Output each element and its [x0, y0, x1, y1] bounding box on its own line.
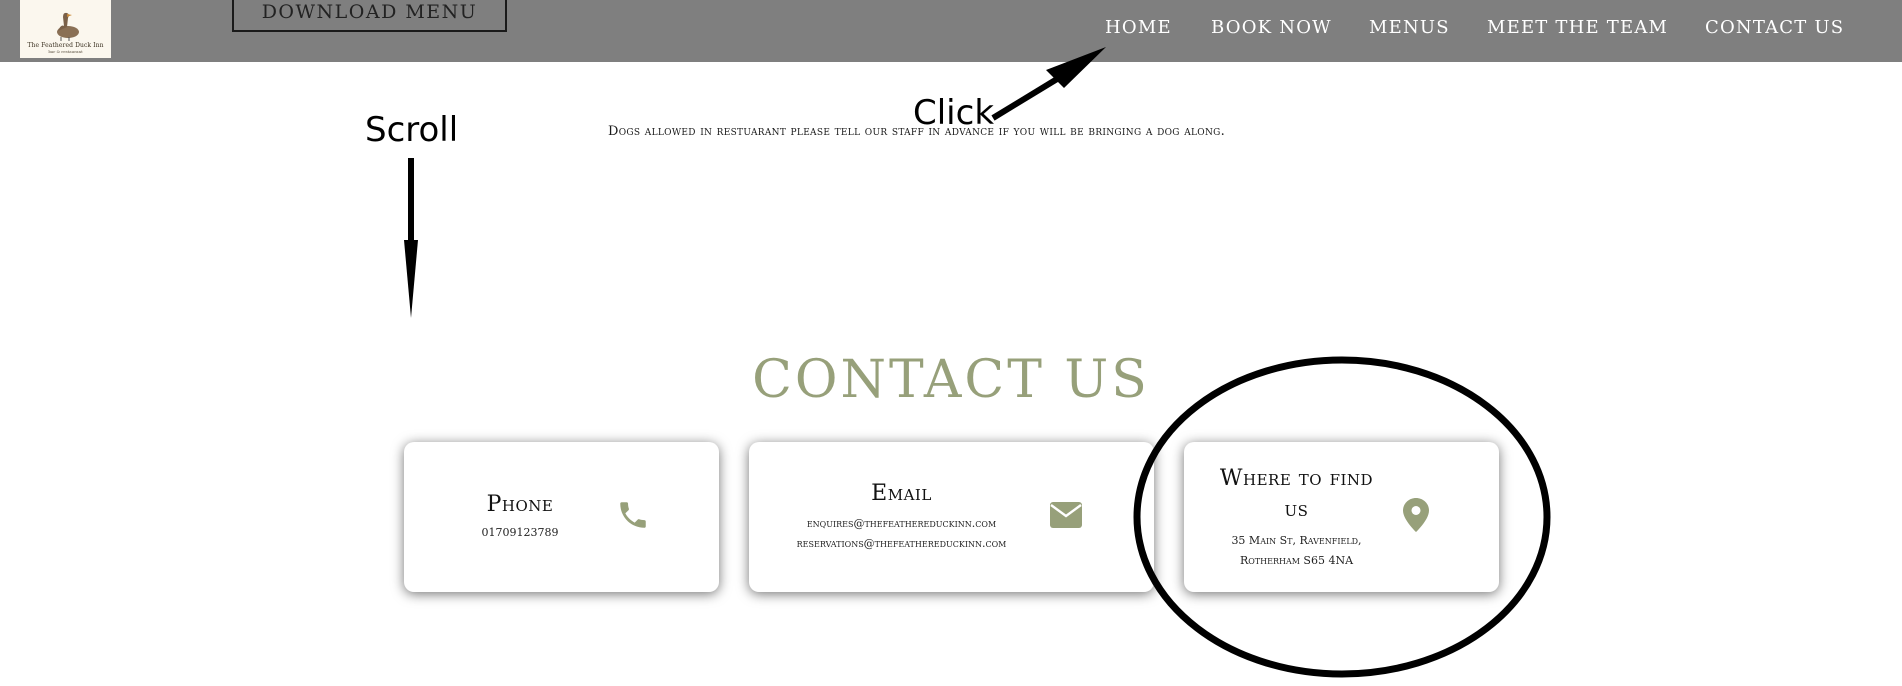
click-annotation-label: Click — [913, 93, 995, 133]
map-pin-icon — [1403, 498, 1429, 536]
logo-subtitle: bar & restaurant — [48, 49, 83, 54]
scroll-arrow-icon — [404, 158, 418, 318]
nav-menus[interactable]: MENUS — [1369, 17, 1450, 38]
phone-icon — [616, 498, 650, 536]
address-line-2: Rotherham S65 4NA — [1239, 554, 1354, 567]
email-card: Email enquires@thefeathereduckinn.com re… — [749, 442, 1154, 592]
logo-title: The Feathered Duck Inn — [27, 42, 104, 49]
location-heading-line2: us — [1284, 497, 1309, 522]
nav-book-now[interactable]: BOOK NOW — [1211, 17, 1332, 38]
address-line-1: 35 Main St, Ravenfield, — [1231, 534, 1362, 547]
nav-home[interactable]: HOME — [1105, 17, 1172, 38]
email-enquiries[interactable]: enquires@thefeathereduckinn.com — [807, 514, 996, 534]
phone-number[interactable]: 01709123789 — [482, 523, 559, 543]
site-logo[interactable]: The Feathered Duck Inn bar & restaurant — [20, 0, 111, 58]
download-menu-button[interactable]: DOWNLOAD MENU — [232, 0, 507, 32]
phone-heading: Phone — [486, 491, 554, 517]
nav-contact-us[interactable]: CONTACT US — [1705, 17, 1844, 38]
email-heading: Email — [871, 480, 932, 506]
duck-logo-icon — [56, 12, 79, 41]
envelope-icon — [1050, 502, 1082, 532]
contact-us-heading: CONTACT US — [752, 350, 1150, 410]
phone-card: Phone 01709123789 — [404, 442, 719, 592]
nav-meet-the-team[interactable]: MEET THE TEAM — [1487, 17, 1668, 38]
location-card: Where to find us 35 Main St, Ravenfield,… — [1184, 442, 1499, 592]
top-nav-bar: The Feathered Duck Inn bar & restaurant … — [0, 0, 1902, 62]
scroll-annotation-label: Scroll — [365, 110, 459, 150]
location-heading-line1: Where to find — [1219, 466, 1374, 491]
email-reservations[interactable]: reservations@thefeathereduckinn.com — [797, 534, 1007, 554]
